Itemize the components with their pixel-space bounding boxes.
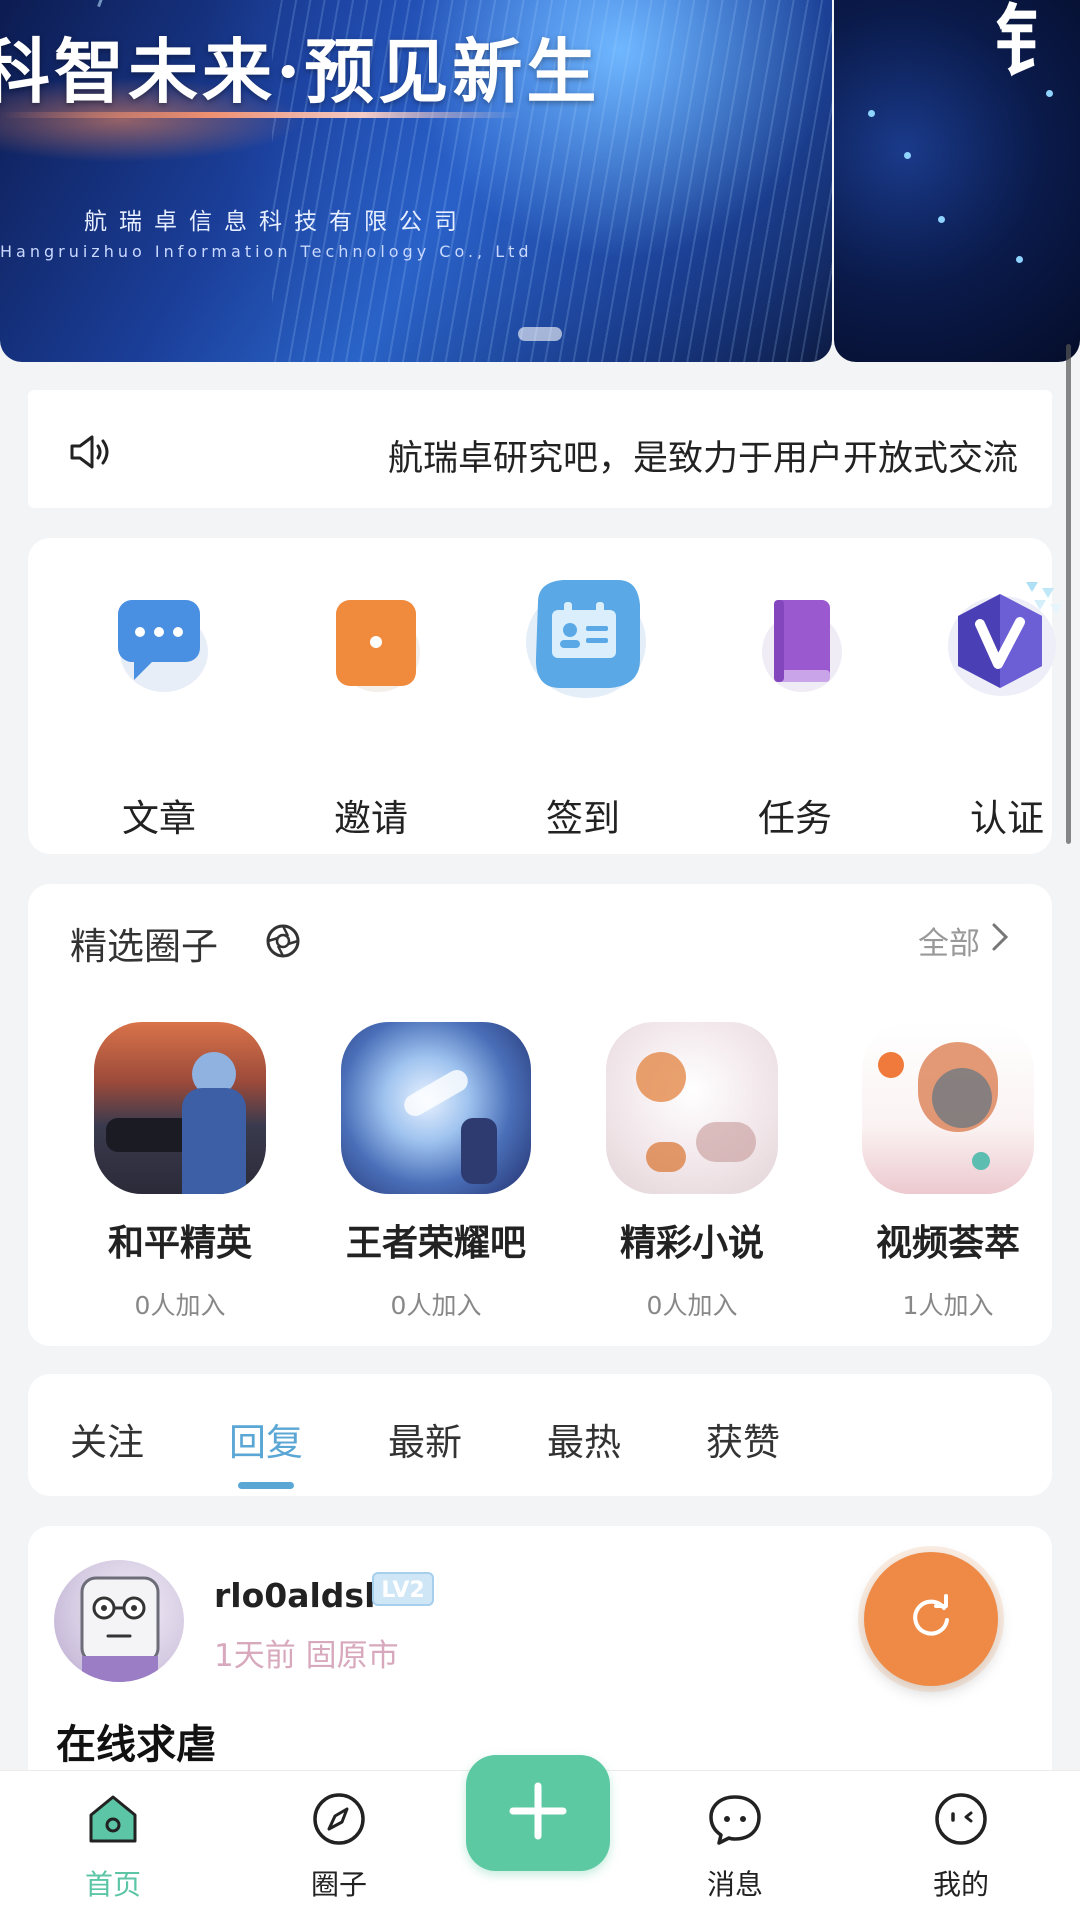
tab-latest[interactable]: 最新 xyxy=(388,1412,462,1466)
home-icon xyxy=(83,1789,143,1849)
nav-label: 我的 xyxy=(932,1868,989,1901)
nav-label: 首页 xyxy=(84,1868,141,1901)
refresh-icon xyxy=(906,1592,956,1646)
aperture-icon xyxy=(264,922,302,964)
circle-card-videos[interactable]: 视频荟萃 1人加入 xyxy=(838,1022,1058,1322)
nav-circles[interactable]: 圈子 xyxy=(264,1789,414,1903)
invite-box-icon xyxy=(316,590,426,700)
banner-company-cn: 航瑞卓信息科技有限公司 xyxy=(84,209,469,235)
nav-home[interactable]: 首页 xyxy=(38,1789,188,1903)
tab-reply[interactable]: 回复 xyxy=(229,1412,303,1466)
circle-name: 视频荟萃 xyxy=(875,1223,1020,1264)
banner-side-dot xyxy=(938,216,945,223)
banner-carousel[interactable]: 科智未来·预见新生 航瑞卓信息科技有限公司 Hangruizhuo Inform… xyxy=(0,0,1080,362)
circle-name: 精彩小说 xyxy=(619,1223,764,1264)
level-badge: LV2 xyxy=(372,1572,434,1606)
quick-action-label: 任务 xyxy=(758,797,832,840)
compass-icon xyxy=(309,1789,369,1849)
message-icon xyxy=(705,1789,765,1849)
quick-action-label: 认证 xyxy=(970,797,1044,840)
banner-company-en: Hangruizhuo Information Technology Co., … xyxy=(0,242,533,261)
circle-cover-image xyxy=(94,1022,266,1194)
quick-action-label: 邀请 xyxy=(334,797,408,840)
featured-circles-panel: 精选圈子 全部 和平精英 0人加入 王者荣耀吧 0人加入 精彩小说 0人加入 视… xyxy=(28,884,1052,1346)
banner-title: 科智未来·预见新生 xyxy=(0,30,601,113)
quick-action-label: 文章 xyxy=(122,797,196,840)
feed-tabs: 关注 回复 最新 最热 获赞 xyxy=(28,1374,1052,1496)
profile-face-icon xyxy=(931,1789,991,1849)
view-all-link[interactable]: 全部 xyxy=(918,918,1010,963)
section-title: 精选圈子 xyxy=(70,925,218,968)
circle-member-count: 0人加入 xyxy=(390,1291,482,1320)
quick-action-label: 签到 xyxy=(546,797,620,840)
nav-label: 消息 xyxy=(706,1868,763,1901)
circle-name: 王者荣耀吧 xyxy=(345,1223,526,1264)
circle-name: 和平精英 xyxy=(107,1223,252,1264)
circle-member-count: 0人加入 xyxy=(134,1291,226,1320)
banner-side-dot xyxy=(868,110,875,117)
chat-bubble-icon xyxy=(104,590,214,700)
circle-cover-image xyxy=(341,1022,531,1194)
quick-action-task[interactable]: 任务 xyxy=(720,590,870,840)
quick-action-article[interactable]: 文章 xyxy=(84,590,234,840)
active-tab-indicator xyxy=(238,1482,294,1489)
plus-icon xyxy=(503,1776,573,1850)
circle-cover-image xyxy=(606,1022,778,1194)
nav-profile[interactable]: 我的 xyxy=(886,1789,1036,1903)
bottom-navigation: 首页 圈子 消息 我的 xyxy=(0,1755,1080,1920)
view-all-label: 全部 xyxy=(918,926,980,962)
verified-v-icon xyxy=(942,574,1072,704)
post-title[interactable]: 在线求虐 xyxy=(56,1712,216,1770)
chevron-right-icon xyxy=(990,921,1010,961)
checkin-card-icon xyxy=(518,572,648,702)
banner-slide-main[interactable]: 科智未来·预见新生 航瑞卓信息科技有限公司 Hangruizhuo Inform… xyxy=(0,0,832,362)
tab-follow[interactable]: 关注 xyxy=(70,1412,144,1466)
circle-card-honor-of-kings[interactable]: 王者荣耀吧 0人加入 xyxy=(326,1022,546,1322)
tab-hottest[interactable]: 最热 xyxy=(547,1412,621,1466)
banner-pagination-dots[interactable] xyxy=(518,327,562,341)
nav-messages[interactable]: 消息 xyxy=(660,1789,810,1903)
circle-card-peace-elite[interactable]: 和平精英 0人加入 xyxy=(70,1022,290,1322)
circle-member-count: 1人加入 xyxy=(902,1291,994,1320)
nav-label: 圈子 xyxy=(310,1868,367,1901)
circle-card-novels[interactable]: 精彩小说 0人加入 xyxy=(582,1022,802,1322)
banner-side-glyph: 钅 xyxy=(994,0,1073,88)
quick-action-verify[interactable]: 认证 xyxy=(932,582,1080,840)
banner-side-dot xyxy=(1046,90,1053,97)
circle-cover-image xyxy=(862,1022,1034,1194)
speaker-icon xyxy=(66,428,114,480)
quick-action-invite[interactable]: 邀请 xyxy=(296,590,446,840)
post-meta: 1天前 固原市 xyxy=(214,1638,399,1674)
banner-slide-next[interactable]: 钅 xyxy=(834,0,1080,362)
banner-side-dot xyxy=(904,152,911,159)
add-post-button[interactable] xyxy=(466,1755,610,1871)
banner-side-dot xyxy=(1016,256,1023,263)
circle-member-count: 0人加入 xyxy=(646,1291,738,1320)
notice-text: 航瑞卓研究吧，是致力于用户开放式交流 xyxy=(388,439,1019,474)
notice-bar[interactable]: 航瑞卓研究吧，是致力于用户开放式交流 xyxy=(28,390,1052,508)
post-username[interactable]: rlo0aldsl xyxy=(214,1576,375,1615)
avatar[interactable] xyxy=(54,1560,184,1682)
book-icon xyxy=(740,590,850,700)
quick-action-checkin[interactable]: 签到 xyxy=(508,580,658,840)
refresh-button[interactable] xyxy=(864,1552,998,1686)
tab-liked[interactable]: 获赞 xyxy=(706,1412,780,1466)
quick-actions-panel: 文章 邀请 签到 任务 认证 xyxy=(28,538,1062,854)
